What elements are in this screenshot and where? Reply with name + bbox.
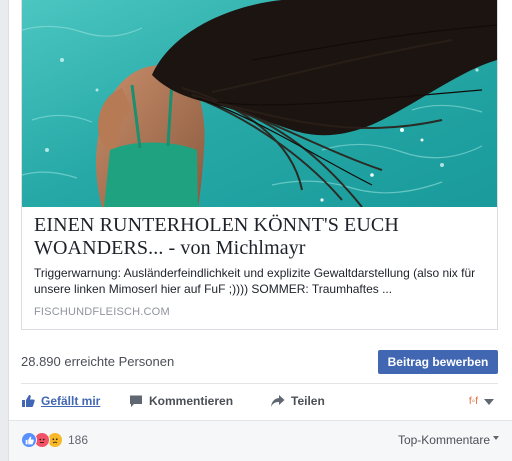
reactions-footer: 186 Top-Kommentare <box>9 420 512 461</box>
reactions-summary[interactable]: 186 <box>21 432 88 448</box>
divider <box>21 383 498 384</box>
chevron-down-icon <box>493 436 499 440</box>
like-button[interactable]: Gefällt mir <box>21 394 100 408</box>
chevron-down-icon <box>484 398 494 405</box>
post-as-selector[interactable]: f◦f <box>469 396 494 407</box>
reaction-count: 186 <box>68 433 89 447</box>
page-avatar-icon: f◦f <box>468 396 478 407</box>
link-description[interactable]: Triggerwarnung: Ausländerfeindlichkeit u… <box>34 265 492 297</box>
like-reaction-icon <box>21 432 37 448</box>
comment-icon <box>129 394 143 408</box>
boost-post-button[interactable]: Beitrag bewerben <box>378 350 498 374</box>
thumbs-up-icon <box>21 394 35 408</box>
comment-button[interactable]: Kommentieren <box>129 394 233 408</box>
link-preview-card[interactable]: EINEN RUNTERHOLEN KÖNNT'S EUCH WOANDERS.… <box>21 0 498 330</box>
share-label: Teilen <box>291 394 325 408</box>
share-arrow-icon <box>270 394 285 408</box>
comment-sort-label: Top-Kommentare <box>397 433 490 447</box>
link-preview-image[interactable] <box>22 0 497 207</box>
share-button[interactable]: Teilen <box>270 394 325 408</box>
reach-count[interactable]: 28.890 erreichte Personen <box>21 354 174 369</box>
link-title[interactable]: EINEN RUNTERHOLEN KÖNNT'S EUCH WOANDERS.… <box>34 214 484 260</box>
action-bar: Gefällt mir Kommentieren Teilen f◦f <box>21 390 498 416</box>
insights-row: 28.890 erreichte Personen Beitrag bewerb… <box>21 348 498 376</box>
link-domain: FISCHUNDFLEISCH.COM <box>34 306 170 318</box>
like-label: Gefällt mir <box>41 394 101 408</box>
comment-label: Kommentieren <box>149 394 234 408</box>
comment-sort-dropdown[interactable]: Top-Kommentare <box>398 433 499 447</box>
post-card: EINEN RUNTERHOLEN KÖNNT'S EUCH WOANDERS.… <box>8 0 512 461</box>
